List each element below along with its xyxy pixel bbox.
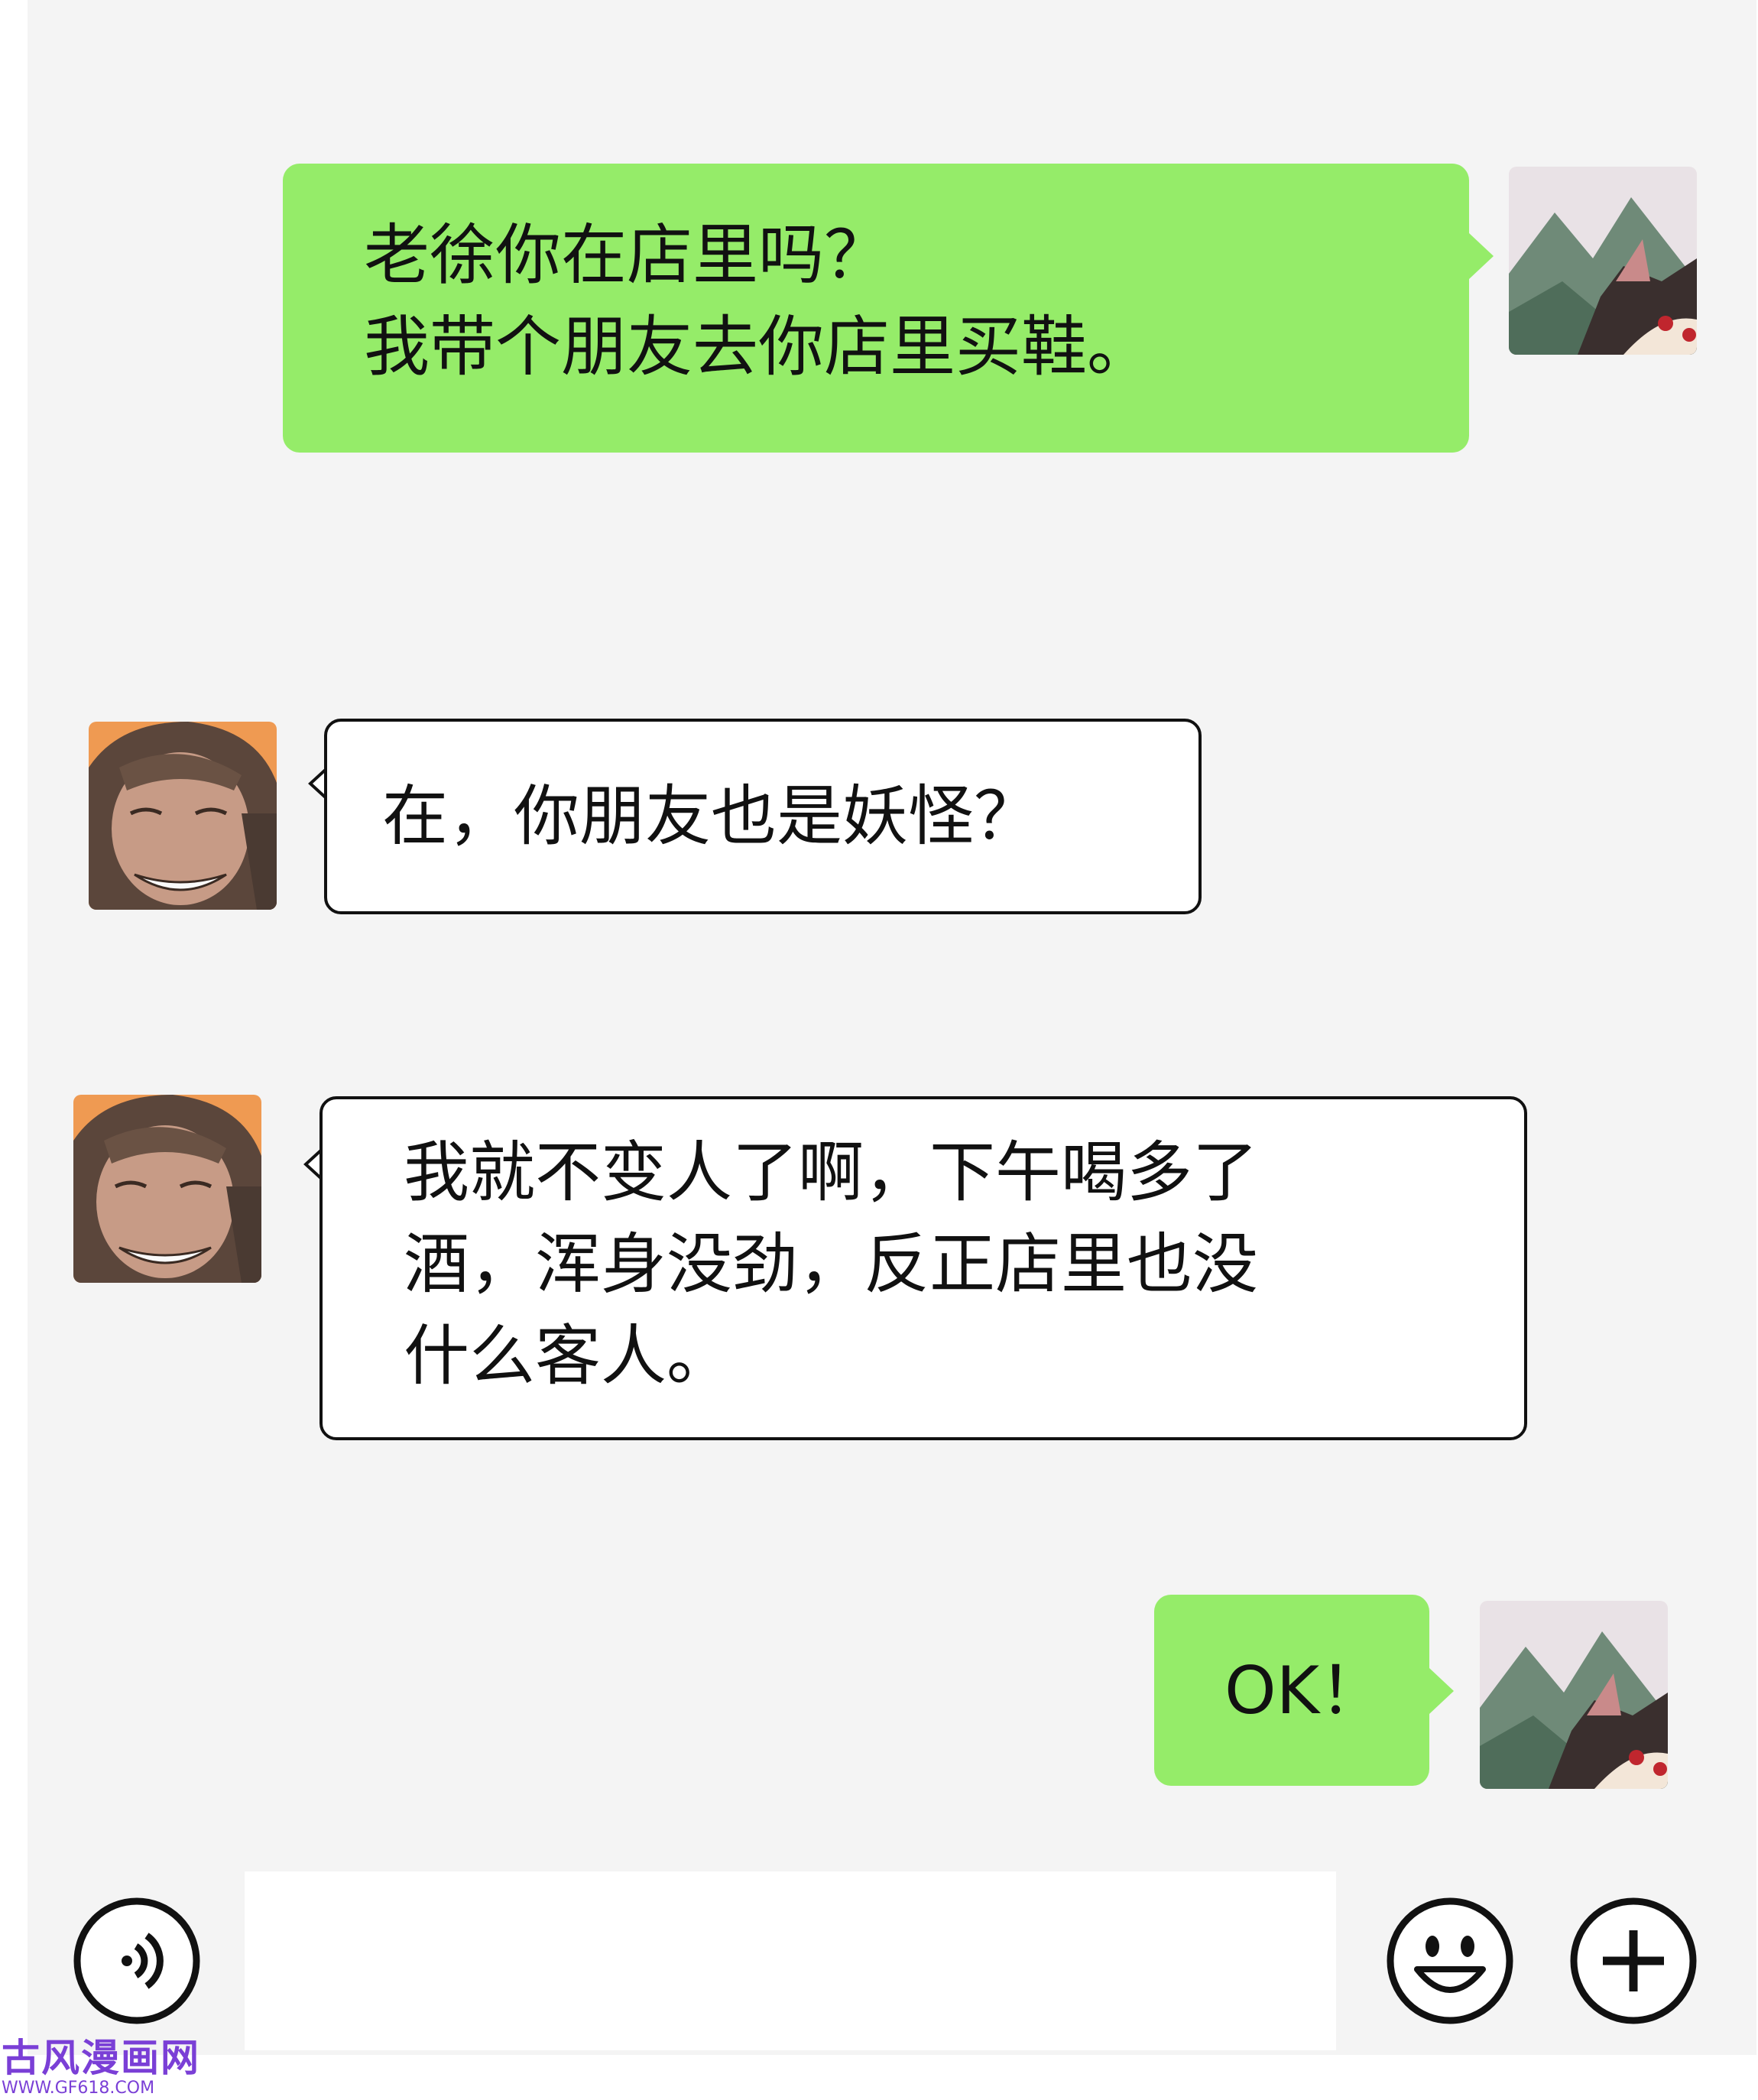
friend-avatar[interactable]	[89, 722, 277, 910]
message-input[interactable]	[245, 1871, 1336, 2050]
watermark: 古风漫画网 WWW.GF618.COM	[2, 2037, 200, 2098]
message-bubble-sent[interactable]: 老徐你在店里吗？ 我带个朋友去你店里买鞋。	[283, 164, 1469, 453]
message-line: 什么客人。	[404, 1318, 732, 1394]
input-bar	[28, 1826, 1756, 2055]
more-button[interactable]	[1568, 1896, 1698, 2026]
voice-icon	[73, 1897, 200, 2024]
plus-icon	[1570, 1897, 1697, 2024]
bubble-tail	[1469, 233, 1494, 279]
friend-avatar[interactable]	[73, 1095, 261, 1283]
emoji-icon	[1387, 1897, 1513, 2024]
message-bubble-received[interactable]: 我就不变人了啊，下午喝多了 酒，浑身没劲，反正店里也没 什么客人。	[319, 1096, 1527, 1440]
voice-button[interactable]	[72, 1896, 202, 2026]
message-line: 我带个朋友去你店里买鞋。	[364, 309, 1153, 385]
message-bubble-sent[interactable]: OK！	[1154, 1595, 1429, 1786]
message-line: 在，你朋友也是妖怪？	[382, 778, 1040, 855]
chat-area: 老徐你在店里吗？ 我带个朋友去你店里买鞋。 在，你朋友也是妖怪？ 我就不变人了啊…	[28, 0, 1756, 1826]
watermark-title: 古风漫画网	[2, 2036, 200, 2080]
watermark-url: WWW.GF618.COM	[2, 2079, 155, 2098]
message-line: 我就不变人了啊，下午喝多了	[404, 1134, 1258, 1211]
my-avatar[interactable]	[1480, 1601, 1668, 1789]
my-avatar[interactable]	[1509, 167, 1697, 355]
message-bubble-received[interactable]: 在，你朋友也是妖怪？	[324, 719, 1202, 914]
bubble-tail	[1429, 1668, 1454, 1714]
message-line: OK！	[1224, 1653, 1386, 1729]
message-line: 老徐你在店里吗？	[364, 217, 890, 294]
emoji-button[interactable]	[1385, 1896, 1515, 2026]
message-line: 酒，浑身没劲，反正店里也没	[404, 1226, 1258, 1303]
